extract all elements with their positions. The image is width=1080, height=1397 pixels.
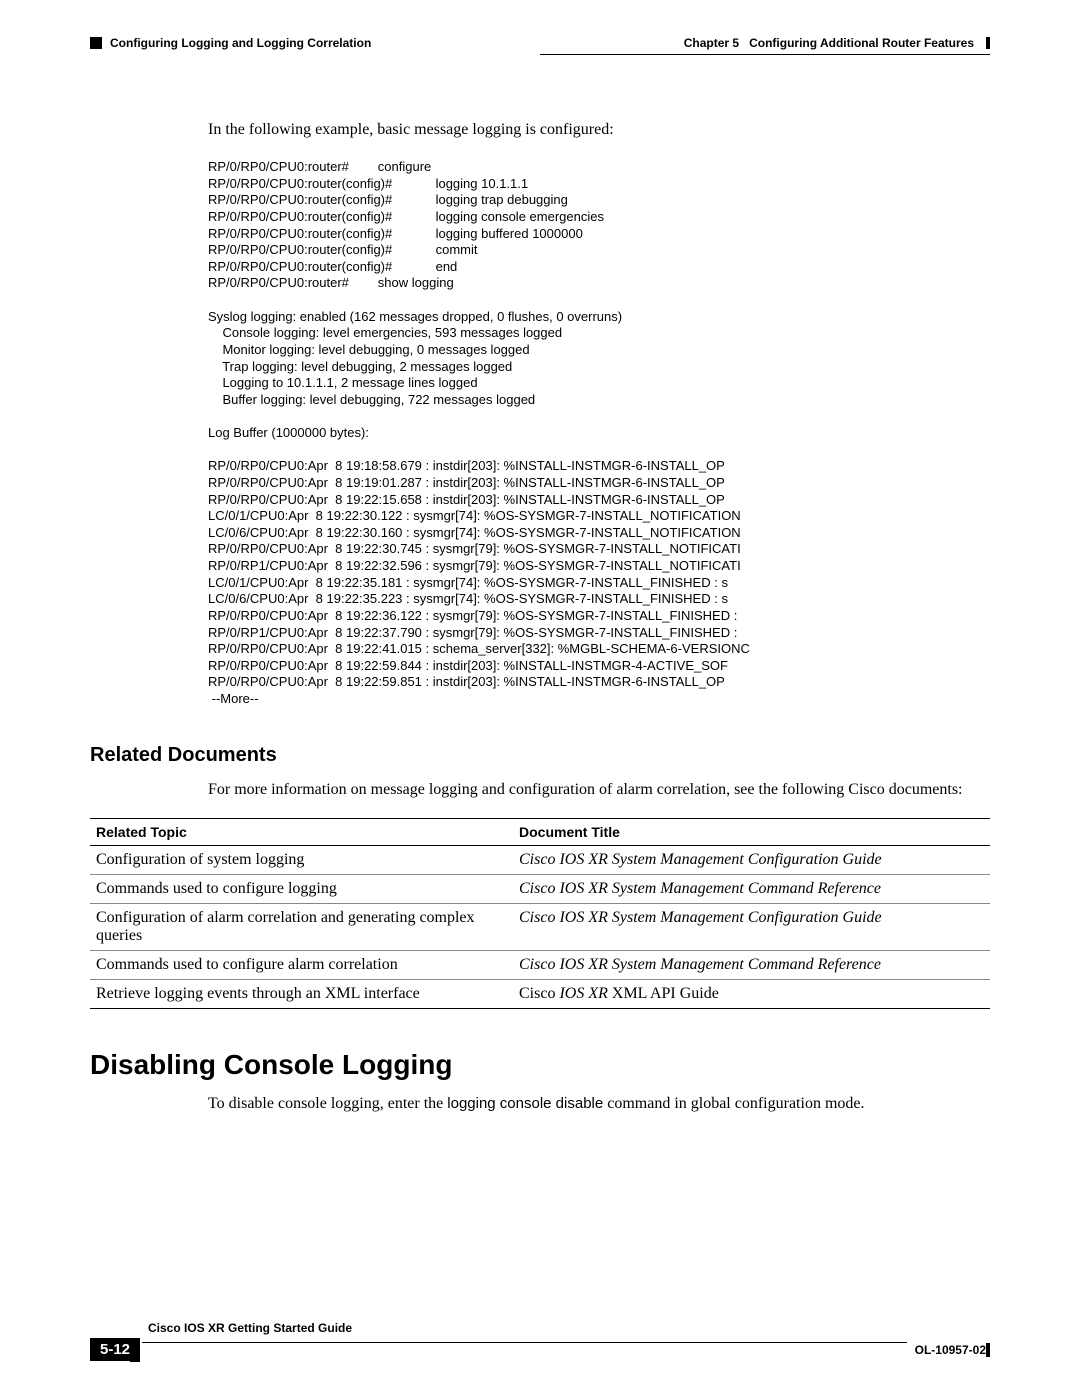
footer-end-bar-icon: [986, 1343, 990, 1357]
table-row: Configuration of system logging Cisco IO…: [90, 846, 990, 875]
page-footer: Cisco IOS XR Getting Started Guide 5-12 …: [90, 1321, 990, 1361]
related-documents-table: Related Topic Document Title Configurati…: [90, 818, 990, 1009]
footer-guide-title: Cisco IOS XR Getting Started Guide: [90, 1321, 990, 1335]
disable-pre: To disable console logging, enter the: [208, 1095, 447, 1112]
cell-topic: Commands used to configure alarm correla…: [90, 951, 513, 980]
disable-command: logging console disable: [447, 1095, 603, 1112]
table-row: Commands used to configure alarm correla…: [90, 951, 990, 980]
header-chapter-text: Chapter 5: [684, 36, 739, 50]
header-section-text: Configuring Logging and Logging Correlat…: [110, 36, 371, 50]
main-content: In the following example, basic message …: [208, 121, 990, 708]
disable-post: command in global configuration mode.: [603, 1095, 864, 1112]
cell-title: Cisco IOS XR System Management Command R…: [513, 875, 990, 904]
related-documents-body: For more information on message logging …: [208, 779, 990, 801]
header-square-icon: [90, 37, 102, 49]
footer-bar: 5-12 OL-10957-02: [90, 1338, 990, 1361]
disabling-body: To disable console logging, enter the lo…: [208, 1095, 990, 1113]
table-row: Commands used to configure logging Cisco…: [90, 875, 990, 904]
cell-title: Cisco IOS XR XML API Guide: [513, 980, 990, 1009]
col-header-topic: Related Topic: [90, 819, 513, 846]
cell-topic: Commands used to configure logging: [90, 875, 513, 904]
cell-title: Cisco IOS XR System Management Configura…: [513, 904, 990, 951]
code-output: RP/0/RP0/CPU0:router# configure RP/0/RP0…: [208, 159, 990, 708]
header-title-text: Configuring Additional Router Features: [749, 36, 974, 50]
table-row: Retrieve logging events through an XML i…: [90, 980, 990, 1009]
footer-square-icon: [130, 1352, 140, 1362]
related-documents-heading: Related Documents: [90, 744, 990, 767]
intro-paragraph: In the following example, basic message …: [208, 121, 990, 139]
table-row: Configuration of alarm correlation and g…: [90, 904, 990, 951]
header-right: Chapter 5 Configuring Additional Router …: [684, 36, 990, 50]
footer-rule: [142, 1342, 907, 1343]
table-header-row: Related Topic Document Title: [90, 819, 990, 846]
page-header: Configuring Logging and Logging Correlat…: [90, 36, 990, 56]
disabling-console-logging-heading: Disabling Console Logging: [90, 1049, 990, 1081]
header-end-bar-icon: [986, 37, 990, 49]
footer-doc-id: OL-10957-02: [915, 1343, 986, 1357]
header-left: Configuring Logging and Logging Correlat…: [90, 36, 371, 50]
cell-topic: Configuration of alarm correlation and g…: [90, 904, 513, 951]
cell-topic: Retrieve logging events through an XML i…: [90, 980, 513, 1009]
cell-title: Cisco IOS XR System Management Configura…: [513, 846, 990, 875]
header-rule: [540, 54, 990, 55]
cell-topic: Configuration of system logging: [90, 846, 513, 875]
cell-title: Cisco IOS XR System Management Command R…: [513, 951, 990, 980]
col-header-title: Document Title: [513, 819, 990, 846]
